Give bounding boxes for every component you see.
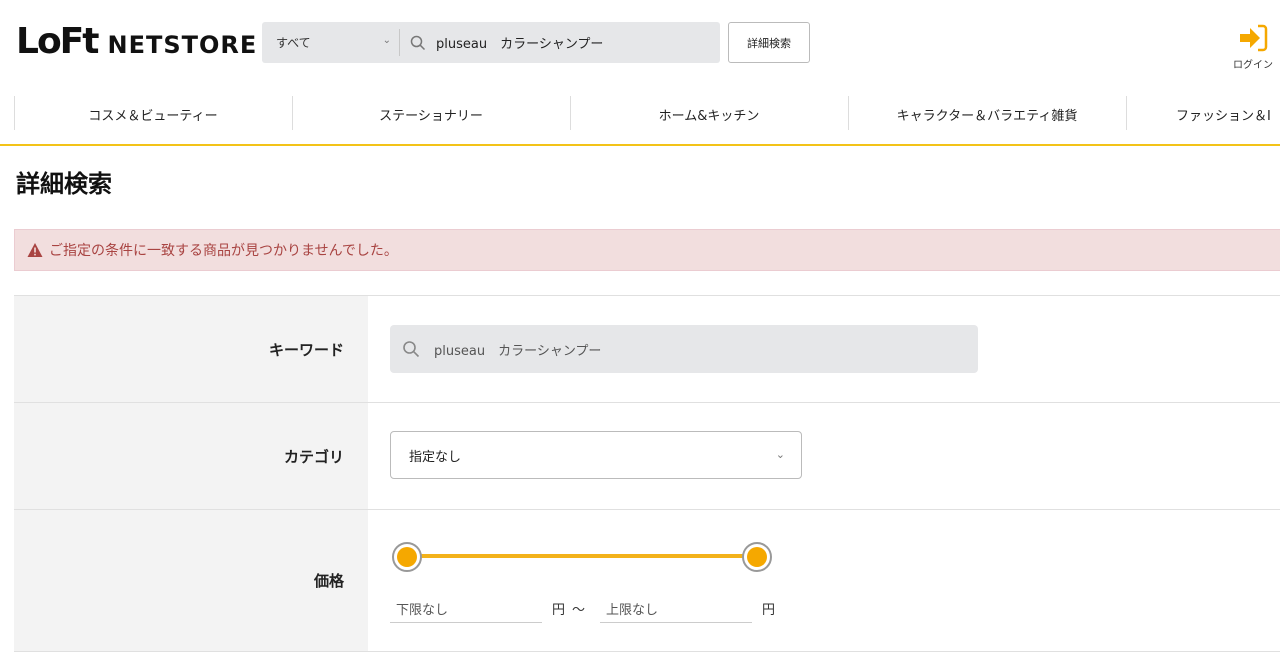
loft-logo[interactable]: LoFt NETSTORE <box>16 24 257 63</box>
category-select-value: 指定なし <box>409 449 462 465</box>
login-button[interactable]: ログイン <box>1226 24 1280 71</box>
search-bar: すべて ⌄ pluseau カラーシャンプー <box>262 22 720 63</box>
price-slider-track[interactable] <box>406 554 758 558</box>
login-icon <box>1240 24 1268 52</box>
category-row-body: 指定なし ⌄ <box>368 403 1280 509</box>
search-input-value: pluseau カラーシャンプー <box>436 37 604 52</box>
page-title: 詳細検索 <box>16 170 112 198</box>
search-icon <box>410 35 426 50</box>
logo-text: NETSTORE <box>107 31 258 59</box>
category-nav: コスメ＆ビューティー ステーショナリー ホーム&キッチン キャラクター＆バラエテ… <box>0 88 1280 146</box>
price-row-body: 下限なし 円 ～ 上限なし 円 <box>368 510 1280 651</box>
search-category-select[interactable]: すべて ⌄ <box>262 29 400 56</box>
price-slider-min-handle[interactable] <box>392 542 422 572</box>
price-row: 価格 下限なし 円 ～ 上限なし 円 <box>14 509 1280 652</box>
alert-message: ご指定の条件に一致する商品が見つかりませんでした。 <box>49 243 398 259</box>
chevron-down-icon: ⌄ <box>775 448 785 461</box>
price-max-input[interactable]: 上限なし <box>600 595 752 623</box>
nav-item-stationery[interactable]: ステーショナリー <box>292 97 570 131</box>
chevron-down-icon: ⌄ <box>382 35 391 46</box>
logo-mark: LoFt <box>16 21 99 62</box>
keyword-input-value: pluseau カラーシャンプー <box>434 343 602 359</box>
price-slider-max-handle[interactable] <box>742 542 772 572</box>
detail-search-button[interactable]: 詳細検索 <box>728 22 810 63</box>
price-range-tilde: ～ <box>572 603 586 618</box>
no-results-alert: ご指定の条件に一致する商品が見つかりませんでした。 <box>14 229 1280 271</box>
keyword-row: キーワード pluseau カラーシャンプー <box>14 295 1280 402</box>
search-category-value: すべて <box>276 36 311 50</box>
nav-item-fashion[interactable]: ファッション＆I <box>1126 97 1280 131</box>
price-min-input[interactable]: 下限なし <box>390 595 542 623</box>
category-select[interactable]: 指定なし ⌄ <box>390 431 802 479</box>
detail-search-form: キーワード pluseau カラーシャンプー カテゴリ 指定なし ⌄ 価格 下限… <box>14 295 1280 652</box>
category-label: カテゴリ <box>14 403 368 509</box>
site-header: LoFt NETSTORE すべて ⌄ pluseau カラーシャンプー 詳細検… <box>0 0 1280 88</box>
nav-item-character-variety[interactable]: キャラクター＆バラエティ雑貨 <box>848 97 1126 131</box>
price-max-unit: 円 <box>762 603 776 618</box>
price-label: 価格 <box>14 510 368 651</box>
login-label: ログイン <box>1233 60 1273 71</box>
warning-icon <box>27 243 43 257</box>
search-input[interactable]: pluseau カラーシャンプー <box>400 33 603 52</box>
nav-item-home-kitchen[interactable]: ホーム&キッチン <box>570 97 848 131</box>
keyword-label: キーワード <box>14 296 368 402</box>
category-row: カテゴリ 指定なし ⌄ <box>14 402 1280 509</box>
keyword-input[interactable]: pluseau カラーシャンプー <box>390 325 978 373</box>
nav-item-cosme[interactable]: コスメ＆ビューティー <box>14 97 292 131</box>
search-icon <box>403 341 420 358</box>
keyword-row-body: pluseau カラーシャンプー <box>368 296 1280 402</box>
price-min-unit: 円 <box>552 603 566 618</box>
